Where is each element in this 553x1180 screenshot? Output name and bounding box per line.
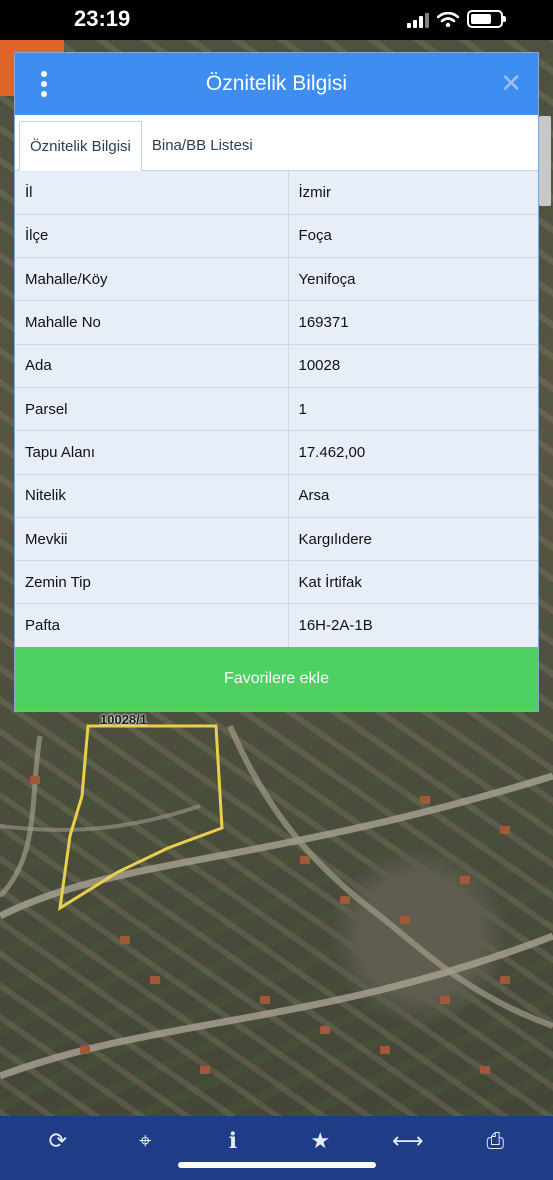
table-row: İl İzmir <box>15 171 538 215</box>
add-favorite-button[interactable]: Favorilere ekle <box>15 647 538 711</box>
bottom-toolbar: ⟳ ⌖ ℹ ★ ⟷ ⎙ <box>0 1116 553 1180</box>
tab-bar: Öznitelik Bilgisi Bina/BB Listesi <box>15 115 538 171</box>
attribute-value: Arsa <box>288 474 538 518</box>
print-icon[interactable]: ⎙ <box>475 1121 515 1161</box>
attribute-value: 169371 <box>288 300 538 345</box>
attribute-value: 10028 <box>288 344 538 388</box>
attribute-key: Mahalle/Köy <box>15 257 289 302</box>
attribute-key: Ada <box>15 344 289 388</box>
table-row: Mahalle/Köy Yenifoça <box>15 257 538 302</box>
locate-icon[interactable]: ⌖ <box>125 1121 165 1161</box>
dialog-header: Öznitelik Bilgisi ✕ <box>15 53 538 115</box>
measure-icon[interactable]: ⟷ <box>388 1121 428 1161</box>
table-row: Ada 10028 <box>15 344 538 388</box>
attribute-key: Parsel <box>15 387 289 432</box>
attribute-value: Kargılıdere <box>288 517 538 562</box>
attribute-value: 1 <box>288 387 538 432</box>
attribute-table: İl İzmir İlçe Foça Mahalle/Köy Yenifoça Mahall… <box>15 171 538 648</box>
status-bar: 23:19 <box>0 0 553 40</box>
tab-attribute-info[interactable]: Öznitelik Bilgisi <box>19 121 142 171</box>
attribute-key: Mahalle No <box>15 300 289 345</box>
attribute-key: Zemin Tip <box>15 560 289 605</box>
dialog-title: Öznitelik Bilgisi <box>205 72 348 95</box>
attribute-dialog: Öznitelik Bilgisi ✕ Öznitelik Bilgisi Bi… <box>14 52 539 712</box>
battery-icon <box>467 10 506 28</box>
home-indicator <box>178 1162 376 1168</box>
table-row: Mahalle No 169371 <box>15 300 538 345</box>
menu-icon[interactable] <box>39 71 49 97</box>
table-row: Tapu Alanı 17.462,00 <box>15 430 538 475</box>
tab-building-list[interactable]: Bina/BB Listesi <box>142 120 263 170</box>
parcel-label: 10028/1 <box>100 712 147 727</box>
table-row: Parsel 1 <box>15 387 538 432</box>
attribute-value: 17.462,00 <box>288 430 538 475</box>
attribute-key: Pafta <box>15 603 289 648</box>
attribute-value: Yenifoça <box>288 257 538 302</box>
attribute-value: Foça <box>288 214 538 259</box>
status-icons <box>407 10 506 28</box>
table-row: İlçe Foça <box>15 214 538 259</box>
attribute-key: İl <box>15 171 289 215</box>
attribute-key: Mevkii <box>15 517 289 562</box>
attribute-key: Tapu Alanı <box>15 430 289 475</box>
star-icon[interactable]: ★ <box>300 1121 340 1161</box>
table-row: Mevkii Kargılıdere <box>15 517 538 562</box>
table-row: Nitelik Arsa <box>15 474 538 518</box>
table-row: Zemin Tip Kat İrtifak <box>15 560 538 605</box>
parcel-outline <box>58 724 224 911</box>
attribute-value: Kat İrtifak <box>288 560 538 605</box>
attribute-value: 16H-2A-1B <box>288 603 538 648</box>
attribute-key: Nitelik <box>15 474 289 518</box>
close-icon[interactable]: ✕ <box>500 69 522 97</box>
status-time: 23:19 <box>74 6 131 31</box>
attribute-key: İlçe <box>15 214 289 259</box>
table-row: Pafta 16H-2A-1B <box>15 603 538 648</box>
info-icon[interactable]: ℹ <box>213 1121 253 1161</box>
refresh-icon[interactable]: ⟳ <box>38 1121 78 1161</box>
attribute-value: İzmir <box>288 171 538 215</box>
wifi-icon <box>437 12 459 28</box>
signal-icon <box>407 12 429 28</box>
